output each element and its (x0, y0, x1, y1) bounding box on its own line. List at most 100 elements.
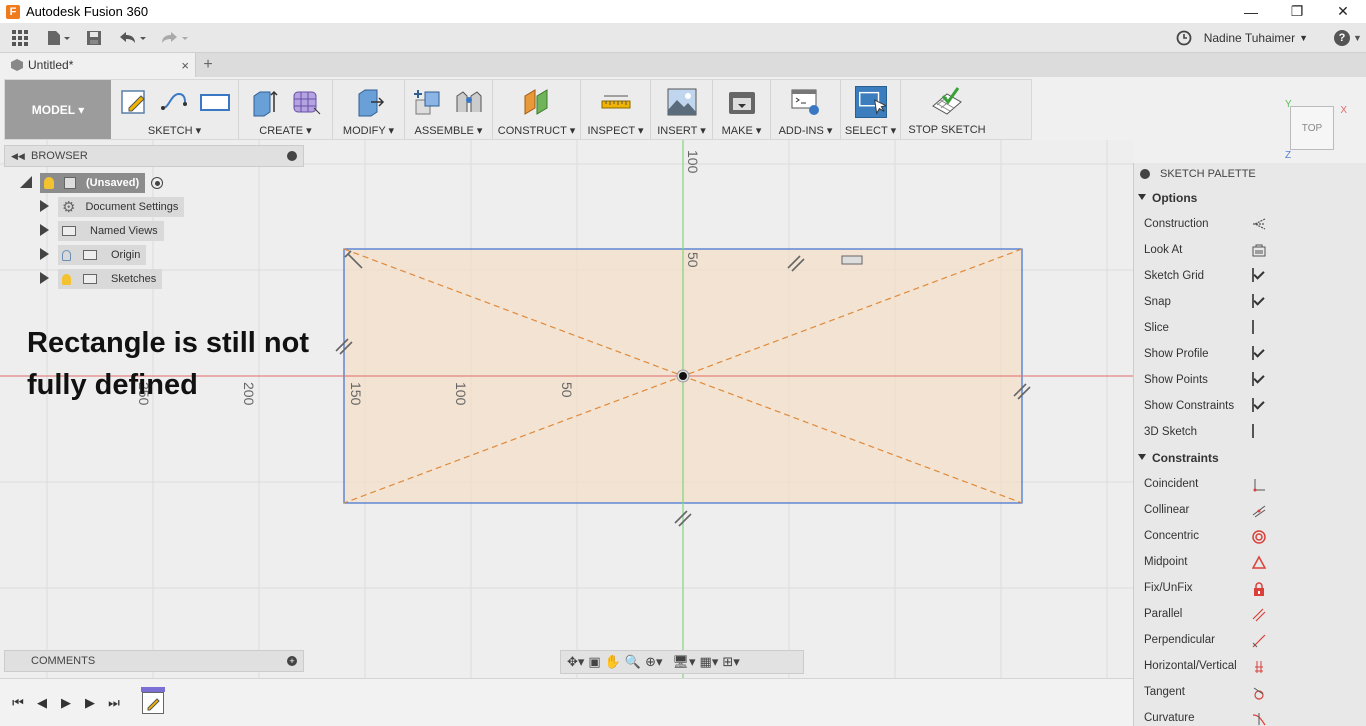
palette-option-show-points[interactable]: Show Points (1134, 367, 1366, 393)
constraint-midpoint[interactable]: Midpoint (1134, 549, 1366, 575)
user-caret-icon[interactable]: ▼ (1299, 33, 1308, 43)
look-at-icon[interactable] (1251, 243, 1266, 257)
horizontal-vertical-icon[interactable] (1251, 659, 1265, 673)
construct-menu[interactable]: CONSTRUCT ▾ (498, 124, 575, 139)
perpendicular-icon[interactable] (1251, 633, 1266, 648)
create-sketch-icon[interactable] (119, 86, 151, 118)
coincident-icon[interactable] (1251, 477, 1265, 492)
help-button[interactable]: ? ▼ (1330, 25, 1366, 51)
insert-group[interactable]: INSERT ▾ (651, 80, 713, 139)
horizontal-glyph-icon[interactable] (841, 255, 863, 265)
slice-checkbox[interactable] (1251, 320, 1265, 335)
sketch-menu[interactable]: SKETCH ▾ (148, 124, 201, 139)
insert-image-icon[interactable] (666, 86, 698, 118)
modify-menu[interactable]: MODIFY ▾ (343, 124, 394, 139)
tree-item-document-settings[interactable]: ⚙ Document Settings (20, 196, 280, 218)
3d-sketch-checkbox[interactable] (1251, 424, 1265, 439)
joint-icon[interactable] (453, 86, 485, 118)
palette-option-slice[interactable]: Slice (1134, 315, 1366, 341)
close-button[interactable]: ✕ (1320, 0, 1366, 23)
sketch-grid-checkbox[interactable] (1251, 268, 1265, 283)
midpoint-icon[interactable] (1251, 555, 1267, 569)
offset-plane-icon[interactable] (521, 86, 553, 118)
new-component-icon[interactable] (413, 86, 445, 118)
stop-sketch-group[interactable]: STOP SKETCH (901, 80, 993, 139)
data-panel-button[interactable] (0, 25, 40, 51)
new-tab-button[interactable]: + (196, 53, 220, 77)
snap-checkbox[interactable] (1251, 294, 1265, 309)
make-group[interactable]: MAKE ▾ (713, 80, 771, 139)
add-ins-menu[interactable]: ADD-INS ▾ (779, 124, 833, 139)
save-button[interactable] (76, 25, 112, 51)
sketch-group[interactable]: SKETCH ▾ (111, 80, 239, 139)
expand-root-icon[interactable] (20, 176, 32, 188)
zoom-icon[interactable]: 🔍 (625, 654, 641, 670)
3d-print-icon[interactable] (726, 86, 758, 118)
inspect-menu[interactable]: INSPECT ▾ (587, 124, 643, 139)
grid-settings-icon[interactable]: ▦▾ (700, 654, 719, 670)
constraint-horizontal-vertical[interactable]: Horizontal/Vertical (1134, 653, 1366, 679)
constraint-collinear[interactable]: Collinear (1134, 497, 1366, 523)
palette-header[interactable]: SKETCH PALETTE (1134, 163, 1366, 185)
view-cube[interactable]: TOP Y X Z (1285, 99, 1347, 161)
palette-option-look-at[interactable]: Look At (1134, 237, 1366, 263)
orbit-icon[interactable]: ✥▾ (567, 654, 584, 670)
tree-item-sketches[interactable]: Sketches (20, 268, 280, 290)
palette-option-show-profile[interactable]: Show Profile (1134, 341, 1366, 367)
timeline-marker[interactable] (141, 686, 165, 692)
redo-button[interactable] (154, 25, 196, 51)
construct-group[interactable]: CONSTRUCT ▾ (493, 80, 581, 139)
constraint-concentric[interactable]: Concentric (1134, 523, 1366, 549)
select-icon[interactable] (854, 86, 887, 118)
create-group[interactable]: CREATE ▾ (239, 80, 333, 139)
make-menu[interactable]: MAKE ▾ (722, 124, 762, 139)
next-step-icon[interactable]: ▶ (82, 695, 98, 711)
inspect-group[interactable]: INSPECT ▾ (581, 80, 651, 139)
construction-icon[interactable] (1251, 217, 1266, 231)
curvature-icon[interactable] (1251, 711, 1266, 726)
collapse-constraints-icon[interactable] (1138, 454, 1146, 460)
timeline-sketch-feature-icon[interactable] (141, 686, 165, 714)
assemble-group[interactable]: ASSEMBLE ▾ (405, 80, 493, 139)
lock-icon[interactable] (1251, 581, 1265, 596)
constraint-fix-unfix[interactable]: Fix/UnFix (1134, 575, 1366, 601)
palette-option-3d-sketch[interactable]: 3D Sketch (1134, 419, 1366, 445)
measure-icon[interactable] (600, 86, 632, 118)
collinear-icon[interactable] (1251, 503, 1266, 518)
fit-icon[interactable]: ⊕▾ (645, 654, 662, 670)
browser-pin-icon[interactable] (287, 151, 297, 161)
restore-button[interactable]: ❐ (1274, 0, 1320, 23)
add-ins-group[interactable]: ADD-INS ▾ (771, 80, 841, 139)
display-settings-icon[interactable]: 🖥▾ (673, 654, 696, 670)
user-menu[interactable]: Nadine Tuhaimer (1204, 31, 1295, 45)
press-pull-icon[interactable] (353, 86, 385, 118)
insert-menu[interactable]: INSERT ▾ (657, 124, 706, 139)
collapse-palette-icon[interactable] (1140, 169, 1150, 179)
concentric-icon[interactable] (1251, 529, 1266, 544)
constraint-curvature[interactable]: Curvature (1134, 705, 1366, 726)
browser-panel-header[interactable]: ◀◀ BROWSER (4, 145, 304, 167)
constraint-perpendicular[interactable]: Perpendicular (1134, 627, 1366, 653)
tree-root[interactable]: (Unsaved) (20, 172, 280, 194)
extrude-icon[interactable] (250, 86, 282, 118)
select-menu[interactable]: SELECT ▾ (845, 124, 896, 139)
tree-item-origin[interactable]: Origin (20, 244, 280, 266)
look-at-nav-icon[interactable]: ▣ (588, 654, 600, 670)
palette-option-snap[interactable]: Snap (1134, 289, 1366, 315)
tree-item-named-views[interactable]: Named Views (20, 220, 280, 242)
modify-group[interactable]: MODIFY ▾ (333, 80, 405, 139)
lightbulb-icon[interactable] (62, 273, 71, 285)
expand-icon[interactable] (40, 272, 49, 284)
tab-untitled[interactable]: Untitled* × (0, 53, 196, 77)
select-group[interactable]: SELECT ▾ (841, 80, 901, 139)
tab-close-button[interactable]: × (181, 58, 189, 73)
form-icon[interactable] (290, 86, 322, 118)
palette-option-show-constraints[interactable]: Show Constraints (1134, 393, 1366, 419)
create-menu[interactable]: CREATE ▾ (259, 124, 311, 139)
lightbulb-off-icon[interactable] (62, 249, 71, 261)
scripts-icon[interactable] (790, 86, 822, 118)
pan-icon[interactable]: ✋ (605, 654, 621, 670)
palette-option-construction[interactable]: Construction (1134, 211, 1366, 237)
viewports-icon[interactable]: ⊞▾ (722, 654, 739, 670)
show-profile-checkbox[interactable] (1251, 346, 1265, 361)
